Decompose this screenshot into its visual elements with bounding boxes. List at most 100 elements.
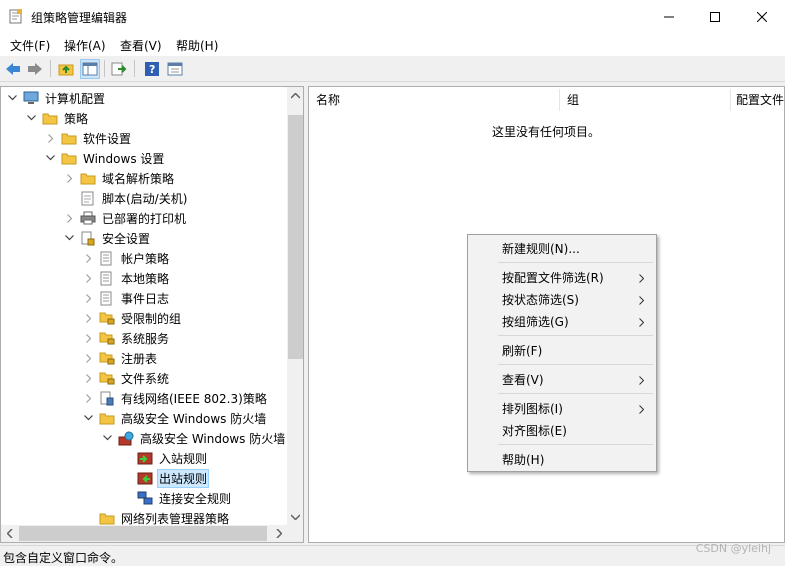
show-tree-icon[interactable] [80, 59, 100, 79]
minimize-button[interactable] [646, 0, 692, 33]
tree-node-label: 文件系统 [121, 371, 170, 386]
forward-icon[interactable] [25, 59, 45, 79]
policy-icon [99, 290, 115, 306]
policy-editor-app-icon [9, 9, 23, 24]
collapsed-chevron-icon[interactable] [82, 288, 95, 308]
scroll-down-arrow-icon[interactable] [287, 508, 303, 525]
menu-action[interactable]: 操作(A) [64, 37, 106, 54]
menu-file[interactable]: 文件(F) [10, 37, 50, 54]
tree-node[interactable]: 注册表 [82, 348, 159, 368]
collapsed-chevron-icon[interactable] [82, 328, 95, 348]
tree-node[interactable]: 已部署的打印机 [63, 208, 188, 228]
menu-item-filter-by-state[interactable]: 按状态筛选(S) [470, 288, 654, 310]
column-header-group[interactable]: 组 [567, 87, 730, 112]
expanded-chevron-icon[interactable] [63, 228, 76, 248]
submenu-arrow-icon [639, 294, 645, 308]
expanded-chevron-icon[interactable] [101, 428, 114, 448]
tree-node[interactable]: 有线网络(IEEE 802.3)策略 [82, 388, 269, 408]
collapsed-chevron-icon[interactable] [82, 308, 95, 328]
scroll-right-arrow-icon[interactable] [270, 525, 287, 542]
tree-horizontal-scroll-thumb[interactable] [19, 526, 267, 541]
tree-node[interactable]: 帐户策略 [82, 248, 171, 268]
tree-node[interactable]: 受限制的组 [82, 308, 183, 328]
scroll-up-arrow-icon[interactable] [287, 87, 303, 104]
maximize-button[interactable] [692, 0, 738, 33]
tree-horizontal-scrollbar[interactable] [1, 525, 303, 542]
tree-vertical-scroll-thumb[interactable] [288, 115, 303, 359]
up-folder-icon[interactable] [56, 59, 76, 79]
menu-item-help[interactable]: 帮助(H) [470, 448, 654, 470]
tree-node-label: 系统服务 [121, 331, 170, 346]
collapsed-chevron-icon[interactable] [82, 248, 95, 268]
tree-node-label: 计算机配置 [45, 91, 106, 106]
tree-node[interactable]: 本地策略 [82, 268, 171, 288]
tree-node[interactable]: 策略 [25, 108, 90, 128]
menu-item-arrange-icons[interactable]: 排列图标(I) [470, 397, 654, 419]
menu-item-filter-by-group[interactable]: 按组筛选(G) [470, 310, 654, 332]
collapsed-chevron-icon[interactable] [82, 348, 95, 368]
submenu-arrow-icon [639, 403, 645, 417]
tree-node[interactable]: 出站规则 [120, 468, 210, 488]
tree-node[interactable]: 高级安全 Windows 防火墙 [101, 428, 287, 448]
menu-item-view[interactable]: 查看(V) [470, 368, 654, 390]
properties-icon[interactable] [165, 59, 185, 79]
menu-item-new-rule[interactable]: 新建规则(N)... [470, 237, 654, 259]
tree-vertical-scrollbar[interactable] [287, 87, 303, 525]
column-header-name[interactable]: 名称 [316, 87, 559, 112]
menu-item-label: 查看(V) [502, 372, 544, 387]
menu-item-line-up-icons[interactable]: 对齐图标(E) [470, 419, 654, 441]
tree-node-label: 受限制的组 [121, 311, 182, 326]
tree-node[interactable]: 文件系统 [82, 368, 171, 388]
menu-help[interactable]: 帮助(H) [176, 37, 218, 54]
computer-icon [23, 90, 39, 106]
expanded-chevron-icon[interactable] [25, 108, 38, 128]
tree-node[interactable]: 计算机配置 [6, 88, 107, 108]
watermark: CSDN @yleihj [695, 542, 771, 555]
back-icon[interactable] [3, 59, 23, 79]
tree-node-label: 事件日志 [121, 291, 170, 306]
scroll-left-arrow-icon[interactable] [1, 525, 18, 542]
tree-node[interactable]: 入站规则 [120, 448, 209, 468]
tree-node[interactable]: 高级安全 Windows 防火墙 [82, 408, 268, 428]
collapsed-chevron-icon[interactable] [82, 268, 95, 288]
security-settings-icon [80, 230, 96, 246]
menu-view[interactable]: 查看(V) [120, 37, 162, 54]
menu-item-filter-by-profile[interactable]: 按配置文件筛选(R) [470, 266, 654, 288]
tree-node[interactable]: 脚本(启动/关机) [63, 188, 189, 208]
tree-node[interactable]: 域名解析策略 [63, 168, 176, 188]
tree-node-label: 脚本(启动/关机) [102, 191, 188, 206]
tree-node[interactable]: 连接安全规则 [120, 488, 233, 508]
column-header-profile[interactable]: 配置文件 [736, 87, 784, 112]
export-icon[interactable] [109, 59, 129, 79]
collapsed-chevron-icon[interactable] [44, 128, 57, 148]
help-icon[interactable]: ? [142, 59, 162, 79]
menu-item-label: 刷新(F) [502, 343, 543, 358]
toolbar: ? [0, 57, 785, 82]
menu-item-label: 排列图标(I) [502, 401, 563, 416]
expanded-chevron-icon[interactable] [82, 408, 95, 428]
folder-icon [61, 130, 77, 146]
close-button[interactable] [739, 0, 785, 33]
locked-folder-icon [99, 330, 115, 346]
tree-node[interactable]: 系统服务 [82, 328, 171, 348]
collapsed-chevron-icon[interactable] [63, 168, 76, 188]
tree-node-label: Windows 设置 [83, 151, 165, 166]
tree-node[interactable]: 安全设置 [63, 228, 152, 248]
collapsed-chevron-icon[interactable] [82, 368, 95, 388]
console-tree[interactable]: 计算机配置策略 软件设置 Windows 设置域名解析策略脚本(启动/关机) 已部署的… [0, 86, 304, 543]
collapsed-chevron-icon[interactable] [63, 208, 76, 228]
script-icon [80, 190, 96, 206]
firewall-icon [118, 430, 134, 446]
expanded-chevron-icon[interactable] [44, 148, 57, 168]
tree-node[interactable]: 事件日志 [82, 288, 171, 308]
title-bar: 组策略管理编辑器 [0, 0, 785, 33]
tree-node[interactable]: Windows 设置 [44, 148, 166, 168]
menu-item-refresh[interactable]: 刷新(F) [470, 339, 654, 361]
expanded-chevron-icon[interactable] [6, 88, 19, 108]
svg-text:?: ? [149, 63, 155, 76]
tree-node[interactable]: 软件设置 [44, 128, 133, 148]
collapsed-chevron-icon[interactable] [82, 388, 95, 408]
inbound-rules-icon [137, 450, 153, 466]
